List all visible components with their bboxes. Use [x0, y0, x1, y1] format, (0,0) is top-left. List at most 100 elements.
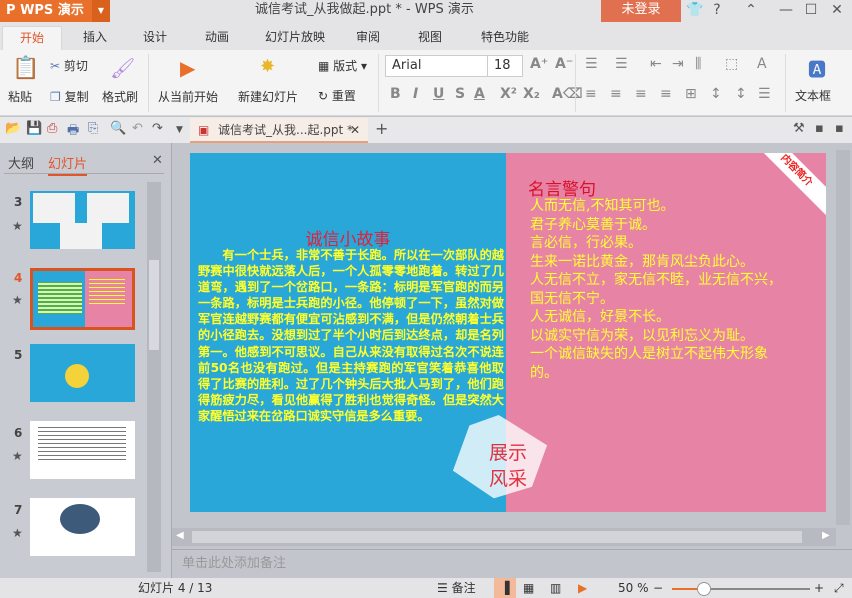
normal-view-icon[interactable]: ▐ [494, 578, 516, 598]
copy-button[interactable]: ❐ 复制 [50, 88, 89, 105]
slide-sorter-icon[interactable]: ▦ [523, 578, 534, 598]
textbox-icon: 🅰 [808, 60, 826, 81]
scroll-thumb[interactable] [149, 260, 159, 350]
format-painter-button[interactable]: 格式刷 [102, 88, 138, 105]
horizontal-scrollbar[interactable]: ◀ ▶ [172, 528, 836, 546]
document-tab[interactable]: ▣ 诚信考试_从我...起.ppt * ✕ [190, 118, 368, 143]
quotes-text[interactable]: 人而无信,不知其可也。 君子养心莫善于诚。 言必信，行必果。 生来一诺比黄金，那… [530, 197, 785, 382]
paragraph-settings-icon[interactable]: ☰ [758, 86, 771, 102]
line-spacing-icon[interactable]: ↕ [710, 86, 722, 102]
paste-button[interactable]: 粘贴 [8, 88, 32, 105]
save-icon[interactable]: 💾 [26, 121, 42, 136]
align-center-icon[interactable]: ≡ [610, 86, 622, 102]
login-button[interactable]: 未登录 [601, 0, 681, 22]
tab-design[interactable]: 设计 [130, 26, 180, 50]
fit-window-icon[interactable]: ⤢ [834, 578, 844, 598]
export-pdf-icon[interactable]: ⎙ [47, 121, 57, 136]
app-menu-button[interactable]: P WPS 演示 [0, 0, 92, 22]
minimize-icon[interactable]: — [775, 0, 797, 22]
app-menu-dropdown-icon[interactable]: ▼ [92, 0, 110, 22]
align-text-icon[interactable]: ⬚ [725, 56, 738, 72]
superscript-icon[interactable]: X² [500, 86, 517, 102]
skin-icon[interactable]: 👕 [684, 0, 706, 22]
collapse-ribbon-icon[interactable]: ⌃ [740, 0, 762, 22]
badge-text[interactable]: 展示 风采 [472, 440, 544, 492]
bold-icon[interactable]: B [390, 86, 401, 102]
slide-thumbnail[interactable] [30, 498, 135, 556]
underline-icon[interactable]: U [433, 86, 444, 102]
tab-animation[interactable]: 动画 [192, 26, 242, 50]
new-slide-button[interactable]: 新建幻灯片 [238, 88, 298, 105]
slideshow-icon[interactable]: ▶ [578, 578, 587, 598]
shrink-font-icon[interactable]: A⁻ [555, 56, 573, 72]
text-direction-icon[interactable]: ⫼ [695, 56, 701, 72]
scroll-thumb[interactable] [192, 531, 802, 543]
tab-special[interactable]: 特色功能 [465, 26, 545, 50]
slide-canvas[interactable]: 诚信小故事 有一个士兵，非常不善于长跑。所以在一次部队的越野赛中很快就远落人后，… [190, 153, 826, 512]
slide-thumbnail[interactable] [30, 421, 135, 479]
slide-counter: 幻灯片 4 / 13 [138, 581, 213, 595]
font-size-select[interactable]: 18 [487, 55, 523, 77]
from-current-button[interactable]: 从当前开始 [158, 88, 218, 105]
close-icon[interactable]: ✕ [826, 0, 848, 22]
story-text[interactable]: 有一个士兵，非常不善于长跑。所以在一次部队的越野赛中很快就远落人后，一个人孤零零… [198, 247, 504, 424]
layout-toggle-icon[interactable]: ▪ [815, 121, 824, 136]
slide-panel-scrollbar[interactable] [147, 182, 161, 572]
new-slide-icon: ✸ [260, 56, 276, 77]
text-effect-icon[interactable]: A [757, 56, 767, 72]
zoom-slider[interactable] [672, 582, 810, 596]
help-icon[interactable]: ? [706, 0, 728, 22]
italic-icon[interactable]: I [413, 86, 418, 102]
vertical-scrollbar[interactable] [836, 150, 850, 525]
zoom-in-icon[interactable]: + [814, 578, 824, 598]
align-right-icon[interactable]: ≡ [635, 86, 647, 102]
justify-icon[interactable]: ≡ [660, 86, 672, 102]
numbering-icon[interactable]: ☰ [615, 56, 628, 72]
grow-font-icon[interactable]: A⁺ [530, 56, 548, 72]
paste-icon[interactable]: 📋 [12, 56, 39, 81]
tab-view[interactable]: 视图 [405, 26, 455, 50]
print-preview-icon[interactable]: ⎘ [88, 121, 98, 136]
zoom-slider-handle[interactable] [697, 582, 711, 596]
tab-home[interactable]: 开始 [2, 26, 62, 50]
notes-input[interactable]: 单击此处添加备注 [172, 549, 852, 578]
slide-thumbnail-selected[interactable] [30, 268, 135, 330]
layout-button[interactable]: ▦ 版式 ▾ [318, 57, 367, 74]
decrease-indent-icon[interactable]: ⇤ [650, 56, 662, 72]
scroll-right-icon[interactable]: ▶ [822, 530, 830, 541]
zoom-out-icon[interactable]: − [653, 578, 663, 598]
increase-indent-icon[interactable]: ⇥ [672, 56, 684, 72]
font-color-icon[interactable]: A [474, 86, 485, 102]
scroll-left-icon[interactable]: ◀ [176, 530, 184, 541]
slide-thumbnail[interactable] [30, 191, 135, 249]
textbox-button[interactable]: 文本框 [795, 87, 831, 104]
tab-insert[interactable]: 插入 [70, 26, 120, 50]
preview-icon[interactable]: 🔍 [110, 121, 126, 136]
tab-outline[interactable]: 大纲 [8, 153, 34, 172]
maximize-icon[interactable]: ☐ [800, 0, 822, 22]
strikethrough-icon[interactable]: S [455, 86, 465, 102]
redo-icon[interactable]: ↷ [152, 121, 163, 136]
window-list-icon[interactable]: ▪ [835, 121, 844, 136]
close-tab-icon[interactable]: ✕ [350, 118, 360, 142]
cut-button[interactable]: ✂ 剪切 [50, 57, 88, 74]
clear-format-icon[interactable]: A⌫ [552, 86, 583, 102]
tab-slideshow[interactable]: 幻灯片放映 [255, 26, 335, 50]
tab-review[interactable]: 审阅 [343, 26, 393, 50]
distribute-icon[interactable]: ⊞ [685, 86, 697, 102]
open-icon[interactable]: 📂 [5, 121, 21, 136]
slide-thumbnail[interactable] [30, 344, 135, 402]
more-icon[interactable]: ▼ [176, 125, 183, 135]
undo-icon[interactable]: ↶ [132, 121, 143, 136]
print-icon[interactable]: 🖶 [67, 121, 79, 143]
close-panel-icon[interactable]: ✕ [152, 153, 163, 168]
align-left-icon[interactable]: ≡ [585, 86, 597, 102]
notes-toggle[interactable]: ☰ 备注 [437, 578, 476, 598]
reset-button[interactable]: ↻ 重置 [318, 87, 356, 104]
new-tab-icon[interactable]: + [375, 119, 388, 138]
reading-view-icon[interactable]: ▥ [550, 578, 561, 598]
subscript-icon[interactable]: X₂ [523, 86, 540, 102]
tools-icon[interactable]: ⚒ [793, 121, 805, 136]
bullets-icon[interactable]: ☰ [585, 56, 598, 72]
paragraph-spacing-icon[interactable]: ↕ [735, 86, 747, 102]
